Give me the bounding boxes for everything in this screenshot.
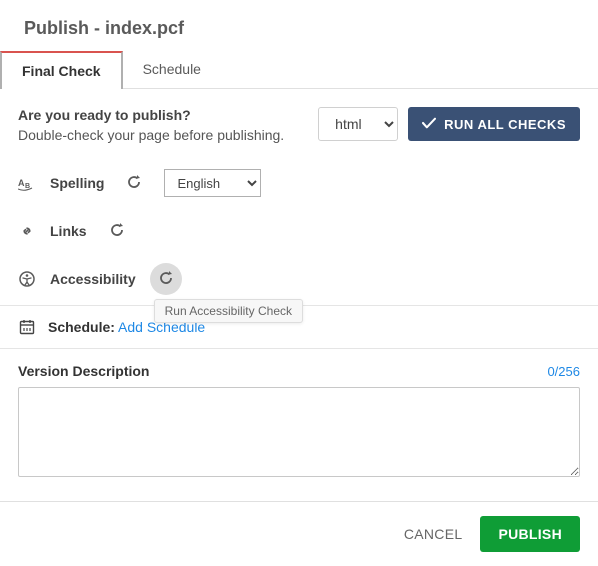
refresh-icon [126,174,142,193]
char-counter: 0/256 [547,364,580,379]
publish-button[interactable]: PUBLISH [480,516,580,552]
cancel-button[interactable]: CANCEL [404,526,463,542]
calendar-icon [18,318,36,336]
tab-final-check[interactable]: Final Check [0,51,123,89]
dialog-title: Publish - index.pcf [0,0,598,51]
accessibility-refresh-button[interactable]: Run Accessibility Check [150,263,182,295]
spelling-label: Spelling [50,175,104,191]
accessibility-label: Accessibility [50,271,136,287]
version-description-input[interactable] [18,387,580,477]
run-all-checks-button[interactable]: RUN ALL CHECKS [408,107,580,141]
accessibility-tooltip: Run Accessibility Check [154,299,303,323]
accessibility-icon [18,270,36,288]
ready-question: Are you ready to publish? [18,107,284,123]
refresh-icon [109,222,125,241]
schedule-label: Schedule: [48,319,115,335]
tab-schedule[interactable]: Schedule [123,51,221,88]
links-refresh-button[interactable] [101,215,133,247]
spelling-refresh-button[interactable] [118,167,150,199]
run-all-label: RUN ALL CHECKS [444,117,566,132]
check-icon [422,117,436,132]
link-icon [18,222,36,240]
spellcheck-icon: AB [18,174,36,192]
ready-subtext: Double-check your page before publishing… [18,127,284,143]
dialog-footer: CANCEL PUBLISH [0,501,598,566]
svg-text:A: A [18,178,25,188]
version-description-label: Version Description [18,363,149,379]
links-label: Links [50,223,87,239]
format-select[interactable]: html [318,107,398,141]
ready-text-block: Are you ready to publish? Double-check y… [18,107,284,143]
tabs: Final Check Schedule [0,51,598,89]
language-select[interactable]: English [164,169,261,197]
refresh-icon [158,270,174,289]
